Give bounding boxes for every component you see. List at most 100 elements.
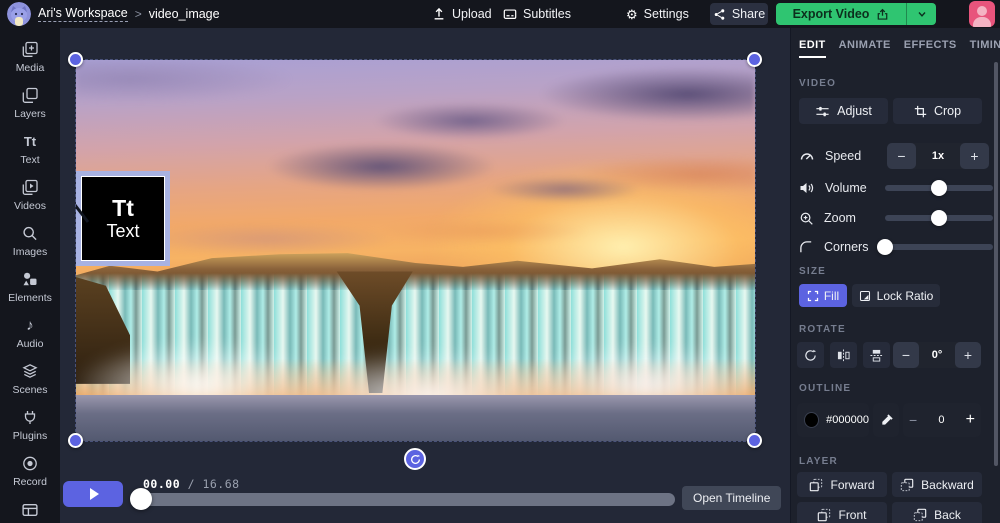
volume-thumb[interactable]	[931, 180, 947, 196]
sidebar-item-label: Videos	[14, 200, 46, 212]
workspace-link[interactable]: Ari's Workspace	[38, 6, 128, 22]
templates-icon	[22, 504, 38, 516]
kapwing-logo[interactable]	[7, 2, 31, 26]
rotate-arrows-icon	[410, 454, 420, 464]
user-avatar[interactable]	[969, 1, 995, 27]
video-canvas[interactable]: Tt Text	[75, 59, 756, 442]
crop-icon	[914, 105, 927, 117]
text-layer-label: Text	[106, 221, 140, 241]
rotate-handle[interactable]	[404, 448, 426, 470]
scenes-icon	[22, 364, 38, 378]
rotate-decrease-button[interactable]: −	[893, 342, 919, 368]
flip-vertical-button[interactable]	[863, 342, 890, 368]
music-note-icon: ♪	[26, 317, 34, 334]
sidebar-item-videos[interactable]: Videos	[14, 179, 46, 212]
search-images-icon	[23, 226, 37, 241]
text-layer-tt-icon: Tt	[112, 195, 134, 221]
share-button[interactable]: Share	[710, 3, 768, 25]
outline-decrease-button[interactable]: −	[909, 412, 917, 428]
record-icon	[23, 456, 37, 471]
sidebar-item-text[interactable]: Tt Text	[20, 133, 39, 166]
seek-thumb[interactable]	[130, 488, 152, 510]
layer-back-label: Back	[934, 507, 961, 522]
resize-handle-bottom-left[interactable]	[68, 433, 83, 448]
breadcrumb: Ari's Workspace > video_image	[38, 6, 220, 22]
sidebar-item-elements[interactable]: Elements	[8, 271, 52, 304]
crop-label: Crop	[933, 104, 962, 118]
sidebar-item-label: Elements	[8, 292, 52, 304]
sidebar-item-layers[interactable]: Layers	[14, 87, 46, 120]
videos-icon	[22, 179, 38, 195]
speed-value: 1x	[931, 150, 945, 162]
open-timeline-button[interactable]: Open Timeline	[682, 486, 782, 510]
seek-bar[interactable]	[140, 493, 675, 506]
rotate-increase-button[interactable]: +	[955, 342, 981, 368]
layer-back-icon	[913, 508, 927, 521]
fill-expand-icon	[807, 290, 818, 301]
play-button[interactable]	[63, 481, 123, 507]
text-layer-element[interactable]: Tt Text	[76, 171, 170, 266]
section-size: SIZE	[799, 266, 827, 277]
adjust-button[interactable]: Adjust	[799, 98, 888, 124]
subtitles-button[interactable]: Subtitles	[503, 0, 571, 28]
eyedropper-button[interactable]	[873, 403, 899, 437]
adjust-sliders-icon	[816, 106, 829, 116]
zoom-thumb[interactable]	[931, 210, 947, 226]
resize-handle-top-right[interactable]	[747, 52, 762, 67]
sidebar-item-label: Audio	[16, 338, 44, 350]
outline-increase-button[interactable]: +	[966, 411, 975, 429]
export-options-button[interactable]	[907, 3, 936, 25]
sidebar-item-audio[interactable]: ♪ Audio	[17, 317, 44, 350]
sidebar-item-scenes[interactable]: Scenes	[12, 363, 48, 396]
upload-button[interactable]: Upload	[432, 0, 492, 28]
tab-effects[interactable]: EFFECTS	[904, 39, 957, 58]
upload-icon	[434, 7, 444, 20]
section-video: VIDEO	[799, 78, 837, 89]
adjust-label: Adjust	[837, 104, 872, 118]
corners-row: Corners	[799, 234, 993, 260]
sidebar-item-record[interactable]: Record	[13, 455, 47, 488]
speed-row: Speed − 1x +	[799, 143, 989, 169]
speed-gauge-icon	[800, 153, 814, 160]
time-separator: /	[187, 477, 195, 491]
speed-decrease-button[interactable]: −	[887, 143, 916, 169]
rotate-90-button[interactable]	[797, 342, 824, 368]
layer-forward-button[interactable]: Forward	[797, 472, 887, 497]
corners-track[interactable]	[885, 244, 993, 250]
layer-front-button[interactable]: Front	[797, 502, 887, 523]
speed-increase-button[interactable]: +	[960, 143, 989, 169]
volume-slider	[885, 175, 993, 201]
corners-slider	[877, 234, 993, 260]
sidebar-item-media[interactable]: Media	[16, 41, 44, 74]
tab-animate[interactable]: ANIMATE	[839, 39, 891, 58]
tab-timing[interactable]: TIMING	[970, 39, 1000, 58]
layer-front-label: Front	[838, 507, 867, 522]
crop-button[interactable]: Crop	[893, 98, 982, 124]
panel-scrollbar[interactable]	[994, 62, 998, 466]
flip-horizontal-button[interactable]	[830, 342, 857, 368]
volume-label: Volume	[825, 181, 867, 195]
sidebar-item-plugins[interactable]: Plugins	[13, 409, 47, 442]
fill-label: Fill	[823, 288, 840, 303]
sidebar-item-templates[interactable]	[21, 501, 39, 523]
fill-button[interactable]: Fill	[799, 284, 847, 307]
export-main[interactable]: Export Video	[776, 3, 906, 25]
water	[76, 395, 755, 441]
resize-handle-top-left[interactable]	[68, 52, 83, 67]
export-video-button[interactable]: Export Video	[776, 3, 936, 25]
layer-backward-button[interactable]: Backward	[892, 472, 982, 497]
outline-color-button[interactable]: #000000	[797, 403, 869, 437]
settings-button[interactable]: ⚙ Settings	[626, 0, 689, 28]
tab-edit[interactable]: EDIT	[799, 39, 826, 58]
media-icon	[22, 41, 38, 57]
resize-handle-bottom-right[interactable]	[747, 433, 762, 448]
corners-thumb[interactable]	[877, 239, 893, 255]
corner-radius-icon	[800, 240, 812, 252]
play-icon	[89, 488, 99, 500]
layer-back-button[interactable]: Back	[892, 502, 982, 523]
zoom-slider	[885, 205, 993, 231]
zoom-in-icon	[800, 212, 813, 225]
lock-ratio-button[interactable]: Lock Ratio	[852, 284, 940, 307]
sidebar-item-images[interactable]: Images	[13, 225, 47, 258]
project-title[interactable]: video_image	[149, 7, 220, 21]
